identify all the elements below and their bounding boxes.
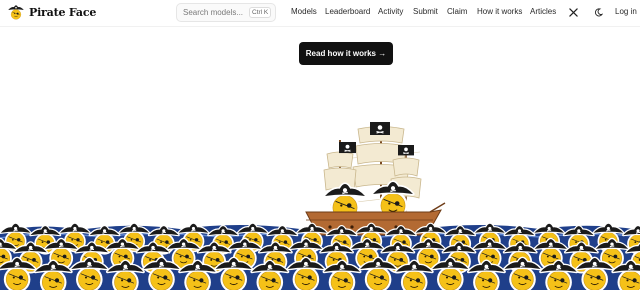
top-navbar: Pirate Face Ctrl K Models Leaderboard Ac… <box>0 0 640 27</box>
brand-home-link[interactable]: Pirate Face <box>7 3 96 21</box>
nav-articles[interactable]: Articles <box>530 7 556 16</box>
search-box[interactable]: Ctrl K <box>176 3 276 22</box>
pirate-face-logo-icon <box>8 5 24 20</box>
nav-activity[interactable]: Activity <box>378 7 403 16</box>
x-social-link[interactable] <box>567 6 579 18</box>
nav-claim[interactable]: Claim <box>447 7 467 16</box>
x-logo-icon <box>568 7 578 17</box>
nav-how-it-works[interactable]: How it works <box>477 7 522 16</box>
search-input[interactable] <box>183 8 245 17</box>
nav-submit[interactable]: Submit <box>413 7 438 16</box>
nav-models[interactable]: Models <box>291 7 317 16</box>
login-link[interactable]: Log in <box>615 7 637 16</box>
nav-leaderboard[interactable]: Leaderboard <box>325 7 370 16</box>
moon-icon <box>594 7 603 16</box>
theme-toggle-button[interactable] <box>592 6 604 18</box>
brand-name: Pirate Face <box>29 5 97 19</box>
read-how-it-works-button[interactable]: Read how it works → <box>299 42 393 65</box>
search-shortcut-hint: Ctrl K <box>249 7 272 18</box>
